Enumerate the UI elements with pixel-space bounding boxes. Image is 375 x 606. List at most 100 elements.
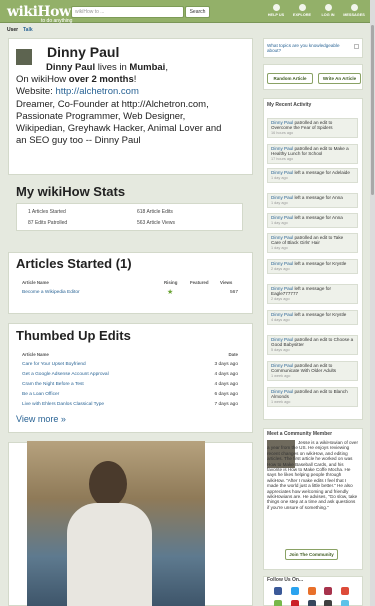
- activity-time: 1 day ago: [271, 176, 288, 180]
- tab-user[interactable]: User: [7, 27, 18, 33]
- android-icon[interactable]: [274, 600, 282, 606]
- nav-help-us[interactable]: HELP US: [263, 4, 289, 17]
- wikihow-logo[interactable]: wikiHow to do anything: [7, 4, 72, 24]
- pinterest-icon[interactable]: [291, 600, 299, 606]
- activity-item: Dinny Paul left a message for Eagle77777…: [267, 284, 358, 304]
- activity-time: 4 days ago: [271, 318, 290, 322]
- edit-date: 4 days ago: [214, 371, 238, 377]
- blog-icon[interactable]: [324, 587, 332, 595]
- activity-item: Dinny Paul left a message for Krystle 2 d…: [267, 259, 358, 274]
- tenure-label: On wikiHow: [16, 74, 67, 85]
- activity-time: 1 day ago: [271, 221, 288, 225]
- activity-item: Dinny Paul patrolled an edit to Take Car…: [267, 233, 358, 253]
- nav-explore[interactable]: EXPLORE: [289, 4, 315, 17]
- nav-log-in[interactable]: LOG IN: [315, 4, 341, 17]
- table-row: Become a Wikipedia Editor ★ 567: [22, 287, 238, 297]
- profile-about: Dreamer, Co-Founder at http://Alchetron.…: [16, 99, 222, 146]
- edit-date: 3 days ago: [214, 361, 238, 367]
- activity-item: Dinny Paul patrolled an edit to Blanch A…: [267, 387, 358, 407]
- edit-article-link[interactable]: Cram the Night Before a Test: [22, 379, 192, 389]
- random-article-button[interactable]: Random Article: [267, 73, 313, 84]
- search-button[interactable]: Search: [185, 6, 210, 18]
- view-more-link[interactable]: View more »: [16, 414, 66, 424]
- edit-article-link[interactable]: Get a Google Adsense Account Approval: [22, 369, 192, 379]
- profile-bio: Dinny Paul lives in Mumbai, On wikiHow o…: [16, 62, 226, 147]
- help-icon: [272, 4, 280, 11]
- activity-time: 2 days ago: [271, 267, 290, 271]
- stumbleupon-icon[interactable]: [341, 600, 349, 606]
- header-bar: wikiHow to do anything wikiHow to ... Sea…: [0, 0, 375, 24]
- edits-title: Thumbed Up Edits: [16, 328, 131, 343]
- user-icon: [324, 4, 332, 11]
- page-title: Dinny Paul: [47, 44, 120, 60]
- activity-item: Dinny Paul left a message for Anna 1 day …: [267, 213, 358, 228]
- search-input[interactable]: wikiHow to ...: [71, 6, 184, 18]
- compass-icon: [298, 4, 306, 11]
- activity-time: 1 week ago: [271, 374, 291, 378]
- stats-title: My wikiHow Stats: [16, 184, 126, 199]
- stat-article-edits: 618 Article Edits: [137, 209, 173, 215]
- profile-name: Dinny Paul: [46, 62, 96, 73]
- col-article-name: Article Name: [22, 279, 49, 285]
- activity-item: Dinny Paul left a message for Anna 1 day …: [267, 193, 358, 208]
- activity-time: 1 day ago: [271, 246, 288, 250]
- activity-item: Dinny Paul patrolled an edit to Overcome…: [267, 118, 358, 138]
- nav-messages[interactable]: MESSAGES: [341, 4, 367, 17]
- tenure-value: over 2 months: [68, 74, 134, 85]
- edit-date: 7 days ago: [214, 401, 238, 407]
- activity-item: Dinny Paul patrolled an edit to Make a H…: [267, 144, 358, 164]
- tumblr-icon[interactable]: [308, 600, 316, 606]
- activity-time: 17 hours ago: [271, 157, 294, 161]
- edit-article-link[interactable]: Be a Loan Officer: [22, 389, 192, 399]
- activity-text: left a message for Krystle: [294, 261, 347, 266]
- close-icon[interactable]: [354, 44, 359, 49]
- activity-user-link[interactable]: Dinny Paul: [271, 261, 293, 266]
- activity-user-link[interactable]: Dinny Paul: [271, 312, 293, 317]
- twitter-icon[interactable]: [291, 587, 299, 595]
- instagram-icon[interactable]: [324, 600, 332, 606]
- table-row: Be a Loan Officer 6 days ago: [22, 389, 238, 399]
- activity-user-link[interactable]: Dinny Paul: [271, 170, 293, 175]
- activity-text: left a message for Adelaide: [294, 170, 350, 175]
- edits-table: Article Name Date Care for Your Upset Boy…: [22, 349, 238, 409]
- activity-user-link[interactable]: Dinny Paul: [271, 215, 293, 220]
- edit-article-link[interactable]: Live with Ehlers Danlos Classical Type: [22, 399, 192, 409]
- edit-date: 4 days ago: [214, 381, 238, 387]
- activity-time: 2 days ago: [271, 297, 290, 301]
- rising-star-icon: ★: [167, 289, 174, 296]
- col-rising: Rising: [164, 279, 178, 285]
- scrollbar-thumb[interactable]: [371, 25, 374, 195]
- edit-date: 6 days ago: [214, 391, 238, 397]
- featured-cell: [190, 287, 220, 297]
- profile-city: Mumbai: [129, 62, 166, 73]
- website-link[interactable]: http://alchetron.com: [55, 86, 138, 97]
- stat-edits-patrolled: 87 Edits Patrolled: [28, 220, 68, 226]
- col-article-name: Article Name: [22, 351, 49, 357]
- table-row: Live with Ehlers Danlos Classical Type 7 …: [22, 399, 238, 409]
- articles-table: Article Name Rising Featured Views Become a…: [22, 277, 238, 297]
- tab-talk[interactable]: Talk: [23, 27, 33, 33]
- knowledge-question-link[interactable]: What topics are you knowledgeable about?: [267, 43, 351, 53]
- activity-user-link[interactable]: Dinny Paul: [271, 195, 293, 200]
- community-title: Meet a Community Member: [267, 431, 333, 437]
- scrollbar[interactable]: [370, 0, 375, 606]
- table-row: Get a Google Adsense Account Approval 4 d…: [22, 369, 238, 379]
- follow-title: Follow Us On...: [267, 577, 304, 583]
- join-community-button[interactable]: Join The Community: [285, 549, 338, 560]
- edit-article-link[interactable]: Care for Your Upset Boyfriend: [22, 359, 192, 369]
- activity-item: Dinny Paul left a message for Adelaide 1 …: [267, 168, 358, 183]
- google-plus-icon[interactable]: [341, 587, 349, 595]
- article-link[interactable]: Become a Wikipedia Editor: [22, 287, 164, 297]
- views-cell: 567: [229, 289, 238, 295]
- page-tabs: User Talk: [0, 24, 375, 35]
- messages-icon: [350, 4, 358, 11]
- stats-box: [16, 203, 243, 231]
- col-featured: Featured: [190, 279, 209, 285]
- activity-item: Dinny Paul patrolled an edit to Communic…: [267, 361, 358, 381]
- lives-in-label: lives in: [97, 62, 127, 73]
- table-header: Article Name Date: [22, 349, 238, 359]
- write-article-button[interactable]: Write An Article: [318, 73, 361, 84]
- profile-photo: [27, 441, 205, 606]
- rss-icon[interactable]: [308, 587, 316, 595]
- facebook-icon[interactable]: [274, 587, 282, 595]
